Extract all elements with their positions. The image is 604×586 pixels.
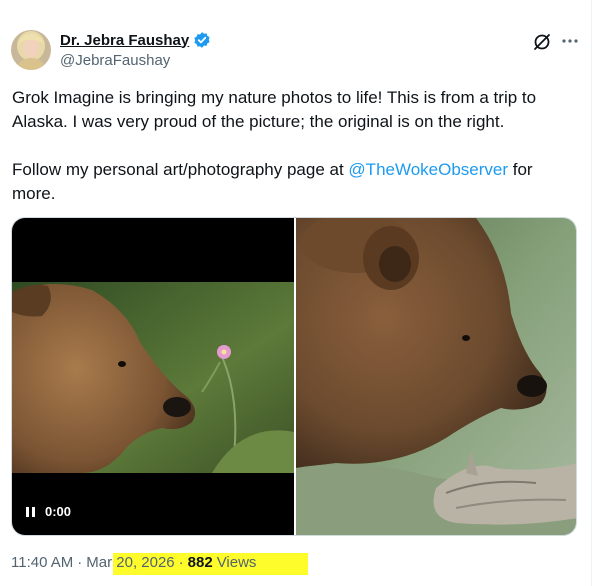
author-name[interactable]: Dr. Jebra Faushay (60, 32, 189, 49)
mention-link[interactable]: @TheWokeObserver (348, 160, 508, 179)
tweet-time[interactable]: 11:40 AM (11, 554, 73, 571)
video-player[interactable]: 0:00 (12, 218, 294, 535)
video-frame-bear (12, 282, 294, 473)
more-options-icon[interactable] (561, 32, 579, 50)
video-timestamp: 0:00 (45, 504, 72, 519)
author-handle[interactable]: @JebraFaushay (60, 52, 170, 69)
verified-badge-icon (193, 31, 211, 49)
tweet-card: Dr. Jebra Faushay @JebraFaushay Grok Ima… (0, 0, 591, 586)
tweet-paragraph-1: Grok Imagine is bringing my nature photo… (12, 88, 537, 131)
views-count: 882 (187, 554, 213, 571)
tweet-meta: 11:40 AM · Mar 20, 2026 · 882 Views (11, 554, 257, 571)
photo-original[interactable] (296, 218, 576, 535)
views-label[interactable]: Views (213, 554, 257, 571)
tweet-text: Grok Imagine is bringing my nature photo… (12, 86, 572, 206)
bear-photo (296, 218, 576, 535)
video-controls: 0:00 (25, 504, 71, 519)
author-name-row: Dr. Jebra Faushay (60, 31, 211, 49)
avatar[interactable] (11, 30, 51, 70)
tweet-date[interactable]: Mar 20, 2026 (86, 554, 174, 571)
tweet-text-prefix: Follow my personal art/photography page … (12, 160, 349, 179)
tweet-paragraph-2: Follow my personal art/photography page … (12, 158, 572, 206)
media-container: 0:00 (11, 217, 577, 536)
grok-icon[interactable] (532, 32, 552, 52)
pause-icon[interactable] (25, 506, 37, 518)
